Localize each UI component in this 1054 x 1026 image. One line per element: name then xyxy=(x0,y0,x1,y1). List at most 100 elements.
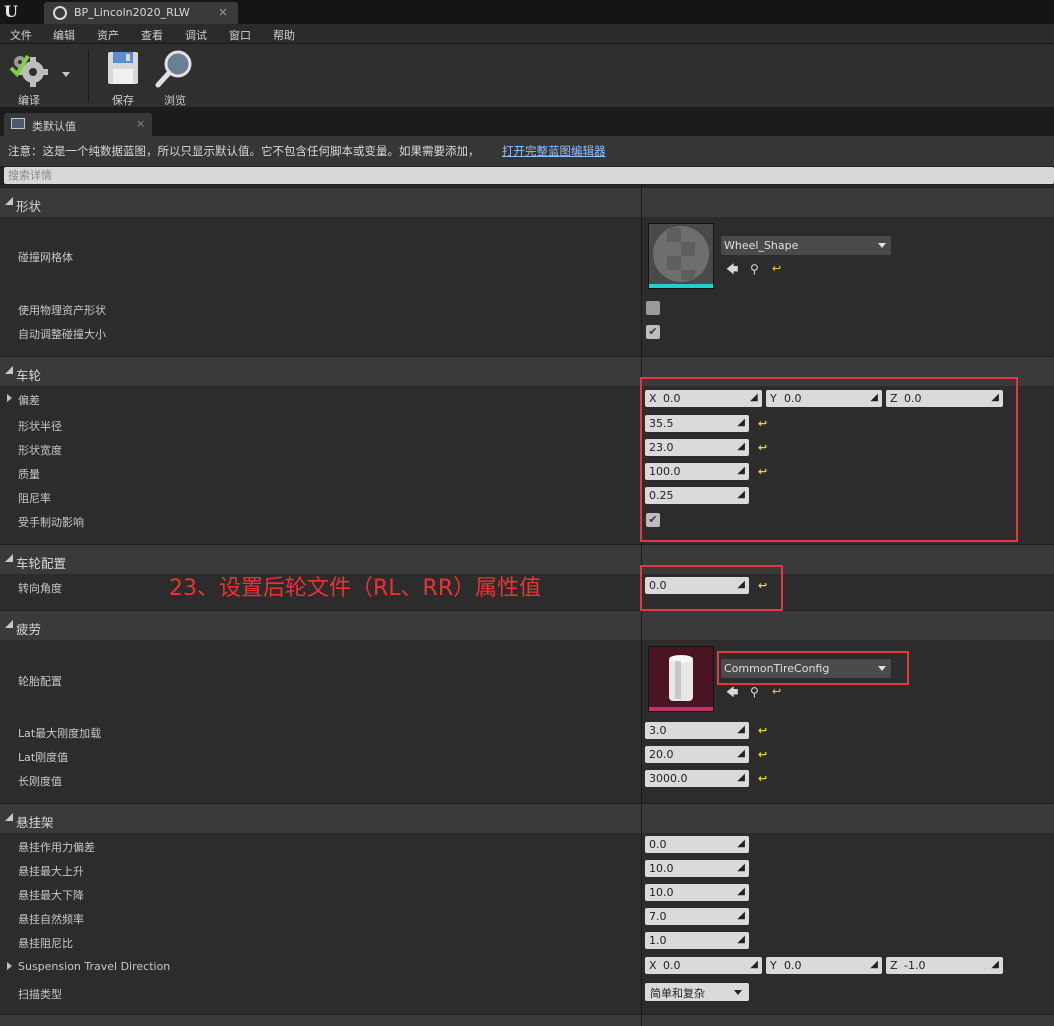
suspension-damping-ratio-value: 1.0 xyxy=(649,934,667,947)
collision-mesh-thumbnail[interactable] xyxy=(648,223,714,289)
menu-debug[interactable]: 调试 xyxy=(185,27,207,43)
reset-arrow-icon[interactable]: ↩ xyxy=(772,685,781,699)
drag-handle-icon: ◢ xyxy=(870,959,878,970)
category-tire[interactable]: 疲劳 xyxy=(0,610,1054,640)
next-category-header xyxy=(0,1014,1054,1026)
collision-mesh-combo[interactable]: Wheel_Shape xyxy=(721,236,891,255)
wheel-shape-preview-icon xyxy=(649,224,713,288)
suspension-natural-frequency-field[interactable]: 7.0 ◢ xyxy=(645,908,749,925)
damping-rate-label: 阻尼率 xyxy=(18,492,51,505)
menu-window[interactable]: 窗口 xyxy=(229,27,251,43)
browse-button[interactable]: 浏览 xyxy=(152,48,198,107)
class-defaults-tab-label: 类默认值 xyxy=(32,120,76,133)
suspension-max-raise-value: 10.0 xyxy=(649,862,674,875)
menu-asset[interactable]: 资产 xyxy=(97,27,119,43)
save-disk-icon xyxy=(108,52,138,84)
category-wheel-setup-title: 车轮配置 xyxy=(16,556,67,571)
lat-stiff-value-field[interactable]: 20.0 ◢ xyxy=(645,746,749,763)
tire-config-thumbnail[interactable] xyxy=(648,646,714,712)
mass-label: 质量 xyxy=(18,468,40,481)
category-shape[interactable]: 形状 xyxy=(0,187,1054,217)
browse-magnifier-icon[interactable]: ⚲ xyxy=(750,685,759,699)
drag-handle-icon: ◢ xyxy=(737,748,745,759)
reset-arrow-icon[interactable]: ↩ xyxy=(758,773,770,785)
reset-arrow-icon[interactable]: ↩ xyxy=(758,749,770,761)
collapse-arrow-icon xyxy=(5,366,13,374)
suspension-force-offset-label: 悬挂作用力偏差 xyxy=(18,841,95,854)
lat-stiff-value-value: 20.0 xyxy=(649,748,674,761)
class-defaults-tab[interactable]: 类默认值 × xyxy=(4,113,152,136)
annotation-box-tire-config xyxy=(717,651,909,685)
auto-adjust-collision-checkbox[interactable]: ✔ xyxy=(646,325,660,339)
use-selected-arrow-icon[interactable]: 🡄 xyxy=(726,685,738,699)
document-tab-title: BP_Lincoln2020_RLW xyxy=(74,6,190,19)
steer-angle-label: 转向角度 xyxy=(18,582,62,595)
long-stiff-value-field[interactable]: 3000.0 ◢ xyxy=(645,770,749,787)
affected-by-handbrake-label: 受手制动影响 xyxy=(18,516,84,529)
menu-help[interactable]: 帮助 xyxy=(273,27,295,43)
use-selected-arrow-icon[interactable]: 🡄 xyxy=(726,262,738,276)
chevron-down-icon xyxy=(734,990,742,995)
drag-handle-icon: ◢ xyxy=(991,959,999,970)
drag-handle-icon: ◢ xyxy=(737,934,745,945)
reset-arrow-icon[interactable]: ↩ xyxy=(758,725,770,737)
collapse-arrow-icon xyxy=(5,554,13,562)
long-stiff-value-label: 长刚度值 xyxy=(18,775,62,788)
panel-tab-bar: 类默认值 × xyxy=(0,108,1054,136)
chevron-down-icon xyxy=(878,243,886,248)
compile-gear-icon xyxy=(9,54,48,87)
menu-file[interactable]: 文件 xyxy=(10,27,32,43)
sweep-type-label: 扫描类型 xyxy=(18,988,62,1001)
z-axis-label: Z xyxy=(890,959,898,972)
save-button[interactable]: 保存 xyxy=(100,48,146,107)
drag-handle-icon: ◢ xyxy=(737,838,745,849)
sweep-type-dropdown[interactable]: 简单和复杂 xyxy=(645,983,749,1001)
suspension-damping-ratio-field[interactable]: 1.0 ◢ xyxy=(645,932,749,949)
menu-edit[interactable]: 编辑 xyxy=(53,27,75,43)
auto-adjust-collision-label: 自动调整碰撞大小 xyxy=(18,328,106,341)
close-tab-icon[interactable]: × xyxy=(218,5,228,19)
lat-stiff-max-load-label: Lat最大刚度加载 xyxy=(18,727,102,740)
browse-magnifier-icon[interactable]: ⚲ xyxy=(750,262,759,276)
collision-mesh-label: 碰撞网格体 xyxy=(18,251,73,264)
expand-travel-direction-icon[interactable] xyxy=(7,962,12,970)
close-panel-icon[interactable]: × xyxy=(136,117,145,130)
toolbar-separator xyxy=(88,50,89,102)
lat-stiff-max-load-value: 3.0 xyxy=(649,724,667,737)
search-details-input[interactable] xyxy=(4,167,1054,184)
document-tab[interactable]: BP_Lincoln2020_RLW × xyxy=(44,2,238,24)
compile-button[interactable]: 编译 xyxy=(6,48,52,107)
travel-direction-x-field[interactable]: X 0.0 ◢ xyxy=(645,957,762,974)
suspension-natural-frequency-label: 悬挂自然频率 xyxy=(18,913,84,926)
unreal-logo-icon: U xyxy=(4,2,18,21)
collapse-arrow-icon xyxy=(5,620,13,628)
open-full-editor-link[interactable]: 打开完整蓝图编辑器 xyxy=(502,143,606,159)
category-suspension[interactable]: 悬挂架 xyxy=(0,803,1054,833)
sweep-type-value: 简单和复杂 xyxy=(650,987,705,1000)
suspension-force-offset-value: 0.0 xyxy=(649,838,667,851)
travel-direction-y-field[interactable]: Y 0.0 ◢ xyxy=(766,957,882,974)
menu-bar: 文件 编辑 资产 查看 调试 窗口 帮助 xyxy=(0,24,1054,44)
collapse-arrow-icon xyxy=(5,197,13,205)
use-physics-shape-checkbox[interactable] xyxy=(646,301,660,315)
category-wheel-title: 车轮 xyxy=(16,368,42,383)
lat-stiff-max-load-field[interactable]: 3.0 ◢ xyxy=(645,722,749,739)
drag-handle-icon: ◢ xyxy=(737,724,745,735)
suspension-force-offset-field[interactable]: 0.0 ◢ xyxy=(645,836,749,853)
expand-offset-icon[interactable] xyxy=(7,394,12,402)
lat-stiff-value-label: Lat刚度值 xyxy=(18,751,69,764)
reset-arrow-icon[interactable]: ↩ xyxy=(772,262,781,276)
annotation-step-text: 23、设置后轮文件（RL、RR）属性值 xyxy=(169,576,542,601)
blueprint-icon xyxy=(53,6,67,20)
compile-options-chevron-icon[interactable] xyxy=(62,72,70,77)
category-tire-title: 疲劳 xyxy=(16,622,42,637)
travel-direction-z-field[interactable]: Z -1.0 ◢ xyxy=(886,957,1003,974)
x-axis-label: X xyxy=(649,959,657,972)
class-defaults-icon xyxy=(11,118,25,129)
shape-width-label: 形状宽度 xyxy=(18,444,62,457)
compile-label: 编译 xyxy=(18,94,40,107)
suspension-max-raise-field[interactable]: 10.0 ◢ xyxy=(645,860,749,877)
menu-view[interactable]: 查看 xyxy=(141,27,163,43)
details-panel xyxy=(0,186,1054,1026)
suspension-max-drop-field[interactable]: 10.0 ◢ xyxy=(645,884,749,901)
